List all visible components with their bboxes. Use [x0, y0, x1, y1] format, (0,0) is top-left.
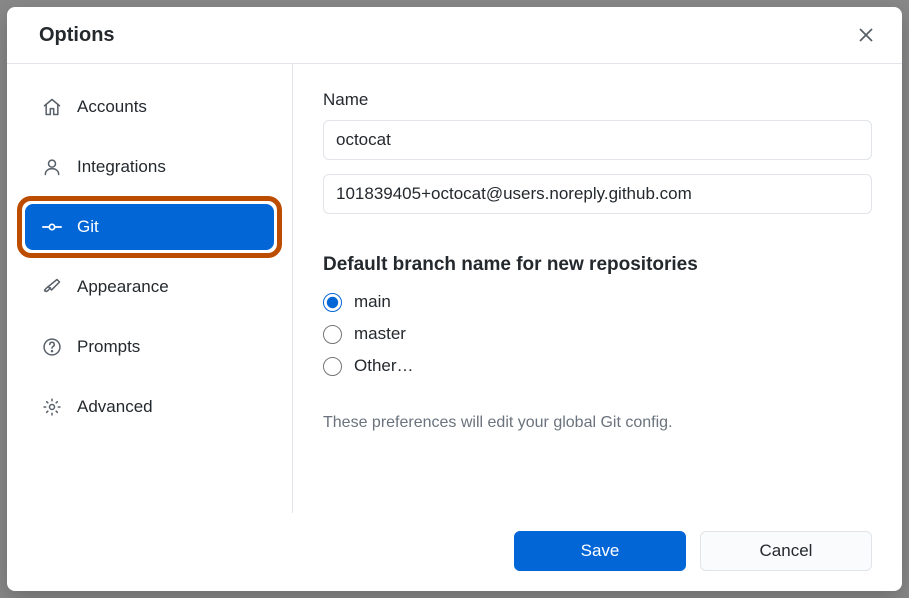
home-icon — [41, 96, 63, 118]
sidebar: Accounts Integrations — [7, 64, 293, 513]
sidebar-item-label: Accounts — [77, 97, 147, 117]
sidebar-item-appearance[interactable]: Appearance — [25, 264, 274, 310]
git-commit-icon — [41, 216, 63, 238]
dialog-footer: Save Cancel — [7, 513, 902, 591]
branch-option-master[interactable]: master — [323, 324, 872, 344]
branch-radio-group: main master Other… — [323, 292, 872, 376]
sidebar-item-label: Prompts — [77, 337, 140, 357]
sidebar-item-prompts[interactable]: Prompts — [25, 324, 274, 370]
options-dialog: Options Accounts — [7, 7, 902, 591]
dialog-header: Options — [7, 7, 902, 64]
default-branch-heading: Default branch name for new repositories — [323, 254, 872, 276]
sidebar-item-label: Appearance — [77, 277, 169, 297]
dialog-body: Accounts Integrations — [7, 64, 902, 513]
paintbrush-icon — [41, 276, 63, 298]
branch-radio-master[interactable] — [323, 325, 342, 344]
save-button[interactable]: Save — [514, 531, 686, 571]
branch-option-other[interactable]: Other… — [323, 356, 872, 376]
radio-label: Other… — [354, 356, 414, 376]
email-input[interactable] — [323, 174, 872, 214]
dialog-title: Options — [39, 24, 115, 47]
content-pane: Name Default branch name for new reposit… — [293, 64, 902, 513]
sidebar-item-accounts[interactable]: Accounts — [25, 84, 274, 130]
radio-label: main — [354, 292, 391, 312]
close-icon — [858, 27, 874, 43]
sidebar-item-integrations[interactable]: Integrations — [25, 144, 274, 190]
name-input[interactable] — [323, 120, 872, 160]
radio-label: master — [354, 324, 406, 344]
sidebar-item-label: Advanced — [77, 397, 153, 417]
name-label: Name — [323, 90, 872, 110]
close-button[interactable] — [854, 23, 878, 47]
sidebar-item-git[interactable]: Git — [25, 204, 274, 250]
branch-radio-other[interactable] — [323, 357, 342, 376]
gear-icon — [41, 396, 63, 418]
sidebar-item-label: Git — [77, 217, 99, 237]
question-icon — [41, 336, 63, 358]
help-text: These preferences will edit your global … — [323, 414, 872, 432]
sidebar-item-label: Integrations — [77, 157, 166, 177]
branch-radio-main[interactable] — [323, 293, 342, 312]
sidebar-item-advanced[interactable]: Advanced — [25, 384, 274, 430]
person-icon — [41, 156, 63, 178]
cancel-button[interactable]: Cancel — [700, 531, 872, 571]
branch-option-main[interactable]: main — [323, 292, 872, 312]
